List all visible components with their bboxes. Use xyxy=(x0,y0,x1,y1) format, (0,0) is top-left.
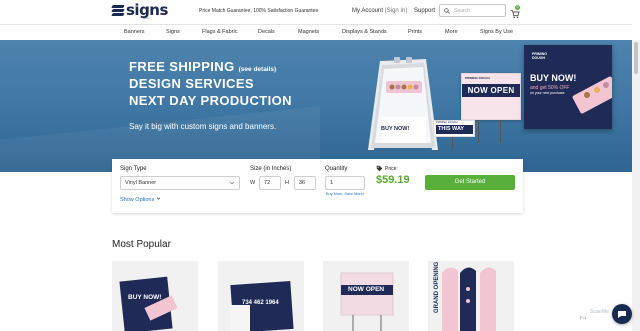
nav-item-flags-fabric[interactable]: Flags & Fabric xyxy=(202,29,237,35)
hero-subtitle: Say it big with custom signs and banners… xyxy=(129,122,277,131)
search-input[interactable] xyxy=(454,7,504,14)
nav-item-signs[interactable]: Signs xyxy=(166,29,180,35)
donut-graphic xyxy=(603,82,609,88)
sign-type-label: Sign Type xyxy=(120,166,147,172)
header-bar: signs .com Price Match Guarantee, 100% S… xyxy=(0,0,632,24)
product-card-banner[interactable]: BUY NOW! xyxy=(112,261,198,331)
site-logo[interactable]: signs xyxy=(111,1,168,19)
sign-in-link[interactable]: (Sign In) xyxy=(385,8,408,14)
this-way-brand: PRIMING DOUGH xyxy=(436,121,458,124)
sign-stake xyxy=(478,120,479,142)
price-label: Price: xyxy=(385,166,398,172)
height-prefix: H xyxy=(285,180,289,186)
cart-icon xyxy=(510,10,520,19)
chat-icon xyxy=(618,311,626,318)
search-icon xyxy=(444,7,450,14)
nav-item-decals[interactable]: Decals xyxy=(258,29,275,35)
product-card-feather-flag[interactable]: GRAND OPENING xyxy=(428,261,514,331)
show-options-link[interactable]: Show Options xyxy=(120,196,161,203)
nav-item-displays-stands[interactable]: Displays & Stands xyxy=(342,29,387,35)
hero-line-design: DESIGN SERVICES xyxy=(129,76,254,91)
hero-shipping-text: FREE SHIPPING xyxy=(129,59,235,74)
account-label: My Account xyxy=(352,8,384,14)
now-open-text: NOW OPEN xyxy=(462,84,520,97)
card-yard-sign-text: 734 462 1964 xyxy=(242,300,279,306)
quantity-value: 1 xyxy=(330,180,334,186)
height-input[interactable]: 36 xyxy=(294,176,316,190)
page-root: signs .com Price Match Guarantee, 100% S… xyxy=(0,0,640,331)
donut-graphic xyxy=(594,87,600,93)
chat-button[interactable] xyxy=(612,304,632,324)
scrollbar-thumb[interactable] xyxy=(634,42,638,74)
width-prefix: W xyxy=(250,180,256,186)
quantity-input[interactable]: 1 xyxy=(325,176,365,190)
buy-now-banner-image: PRIMING DOUGH BUY NOW! and get 50% OFF o… xyxy=(524,45,612,129)
hero-line-production: NEXT DAY PRODUCTION xyxy=(129,93,292,108)
nav-item-magnets[interactable]: Magnets xyxy=(298,29,319,35)
cart-count-badge: 0 xyxy=(515,5,520,10)
nav-item-more[interactable]: More xyxy=(445,29,458,35)
buy-more-link[interactable]: Buy More, Save More! xyxy=(326,192,364,196)
nav-item-banners[interactable]: Banners xyxy=(124,29,145,35)
aframe-sign-image xyxy=(368,57,438,150)
chat-label: ScanMe xyxy=(590,309,609,315)
quote-configurator: Sign Type Vinyl Banner Size (in Inches) … xyxy=(112,159,523,213)
quantity-label: Quantity xyxy=(325,166,348,172)
chevron-down-icon xyxy=(229,181,235,185)
this-way-text: THIS WAY xyxy=(436,125,473,134)
main-nav: Banners Signs Flags & Fabric Decals Magn… xyxy=(0,24,632,40)
product-card-now-open[interactable]: NOW OPEN xyxy=(323,261,409,331)
height-value: 36 xyxy=(299,180,306,186)
yard-sign-product-image xyxy=(230,280,294,331)
logo-icon xyxy=(111,4,125,16)
width-value: 72 xyxy=(264,180,271,186)
nav-item-prints[interactable]: Prints xyxy=(408,29,422,35)
logo-text: signs xyxy=(126,1,168,19)
hero-line-shipping: FREE SHIPPING (see details) xyxy=(129,59,276,74)
cart-button[interactable]: 0 xyxy=(510,5,520,19)
sign-stake xyxy=(500,120,501,142)
sign-stake xyxy=(452,137,453,149)
header-tagline: Price Match Guarantee, 100% Satisfaction… xyxy=(199,8,319,14)
size-label: Size (in Inches) xyxy=(250,166,292,172)
now-open-sign-image: PRIMING DOUGH NOW OPEN xyxy=(461,73,521,120)
card-flag-text: GRAND OPENING xyxy=(434,261,440,313)
sign-type-select[interactable]: Vinyl Banner xyxy=(120,176,240,190)
nav-item-signs-by-use[interactable]: Signs By Use xyxy=(480,29,513,35)
aframe-text: BUY NOW! xyxy=(381,126,410,132)
banner-buy-text: BUY NOW! xyxy=(530,73,577,83)
scrollbar-track[interactable] xyxy=(632,40,640,331)
card-banner-text: BUY NOW! xyxy=(128,294,162,301)
support-link[interactable]: Support xyxy=(414,8,435,14)
now-open-product-image xyxy=(340,272,394,331)
banner-next-text: on your next purchase xyxy=(530,91,565,95)
width-input[interactable]: 72 xyxy=(259,176,281,190)
my-account-link[interactable]: My Account (Sign In) xyxy=(352,8,407,14)
get-started-button[interactable]: Get Started xyxy=(425,175,515,190)
most-popular-heading: Most Popular xyxy=(112,239,171,250)
now-open-brand: PRIMING DOUGH xyxy=(465,76,490,80)
search-box[interactable] xyxy=(439,4,506,17)
show-options-label: Show Options xyxy=(120,197,155,203)
donut-graphic xyxy=(584,92,590,98)
page-indicator: P-1 xyxy=(580,315,587,320)
price-tag-icon xyxy=(376,165,383,172)
logo-subtext: .com xyxy=(142,16,149,20)
chevron-down-icon xyxy=(156,197,161,200)
configurator-section: Sign Type Vinyl Banner Size (in Inches) … xyxy=(0,159,632,213)
see-details-link[interactable]: (see details) xyxy=(239,66,277,73)
feather-flag-product-image xyxy=(442,267,496,331)
this-way-sign-image: PRIMING DOUGH THIS WAY xyxy=(433,120,475,137)
hero-banner: FREE SHIPPING (see details) DESIGN SERVI… xyxy=(0,40,632,172)
product-card-yard-sign[interactable]: 734 462 1964 xyxy=(218,261,304,331)
banner-brand: PRIMING DOUGH xyxy=(532,52,547,60)
sign-type-value: Vinyl Banner xyxy=(125,180,157,186)
card-now-open-text: NOW OPEN xyxy=(348,286,385,293)
price-value: $59.19 xyxy=(376,174,410,186)
